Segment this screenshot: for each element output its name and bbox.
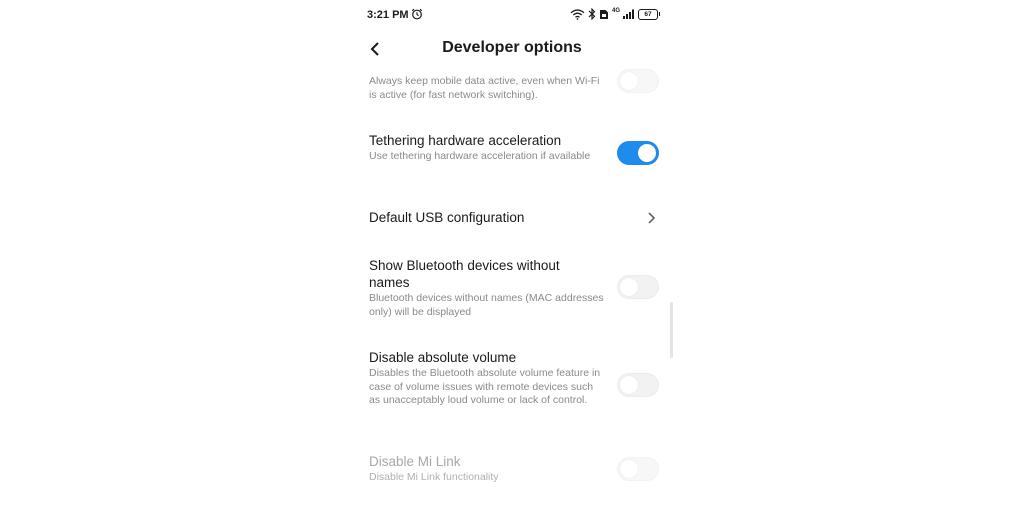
- disable-absolute-volume-toggle[interactable]: [617, 373, 659, 397]
- signal-strength-icon: [623, 9, 634, 19]
- status-icons: 4G 67: [570, 7, 660, 21]
- setting-description: Always keep mobile data active, even whe…: [369, 75, 600, 101]
- setting-title: Default USB configuration: [369, 210, 525, 225]
- setting-description: Disable Mi Link functionality: [369, 471, 499, 483]
- scrollbar[interactable]: [670, 302, 673, 358]
- setting-default-usb-configuration[interactable]: Default USB configuration: [369, 209, 659, 226]
- setting-description: Bluetooth devices without names (MAC add…: [369, 292, 604, 318]
- disable-mi-link-toggle: [617, 457, 659, 481]
- setting-show-bluetooth-devices-without-names[interactable]: Show Bluetooth devices without names Blu…: [369, 257, 659, 319]
- mobile-data-always-active-toggle[interactable]: [617, 69, 659, 93]
- phone-screen: 3:21 PM 4G 67 Developer options Always k…: [352, 0, 673, 512]
- tethering-hardware-acceleration-toggle[interactable]: [617, 141, 659, 165]
- toggle-knob: [620, 278, 638, 296]
- battery-level: 67: [644, 10, 652, 18]
- setting-mobile-data-always-active[interactable]: Always keep mobile data active, even whe…: [369, 69, 659, 102]
- toggle-knob: [638, 144, 656, 162]
- setting-title: Disable absolute volume: [369, 350, 517, 365]
- toggle-knob: [620, 376, 638, 394]
- setting-disable-mi-link: Disable Mi Link Disable Mi Link function…: [369, 453, 659, 485]
- status-bar: 3:21 PM 4G 67: [352, 0, 672, 30]
- toggle-knob: [620, 460, 638, 478]
- alarm-clock-icon: [411, 8, 423, 20]
- status-time: 3:21 PM: [367, 9, 409, 21]
- page-title: Developer options: [442, 39, 582, 56]
- network-type-label: 4G: [611, 8, 620, 14]
- bluetooth-icon: [588, 8, 596, 20]
- chevron-right-icon: [648, 212, 656, 224]
- app-header: Developer options: [352, 30, 672, 70]
- setting-disable-absolute-volume[interactable]: Disable absolute volume Disables the Blu…: [369, 349, 659, 408]
- wifi-icon: [570, 8, 585, 20]
- battery-icon: 67: [638, 8, 660, 20]
- sim-card-icon: [599, 9, 608, 19]
- setting-title: Tethering hardware acceleration: [369, 133, 562, 148]
- setting-description: Use tethering hardware acceleration if a…: [369, 150, 591, 162]
- toggle-knob: [620, 72, 638, 90]
- setting-title: Disable Mi Link: [369, 454, 461, 469]
- setting-description: Disables the Bluetooth absolute volume f…: [369, 367, 601, 407]
- setting-title: Show Bluetooth devices without names: [369, 258, 560, 290]
- show-bluetooth-devices-without-names-toggle[interactable]: [617, 275, 659, 299]
- setting-tethering-hardware-acceleration[interactable]: Tethering hardware acceleration Use teth…: [369, 132, 659, 165]
